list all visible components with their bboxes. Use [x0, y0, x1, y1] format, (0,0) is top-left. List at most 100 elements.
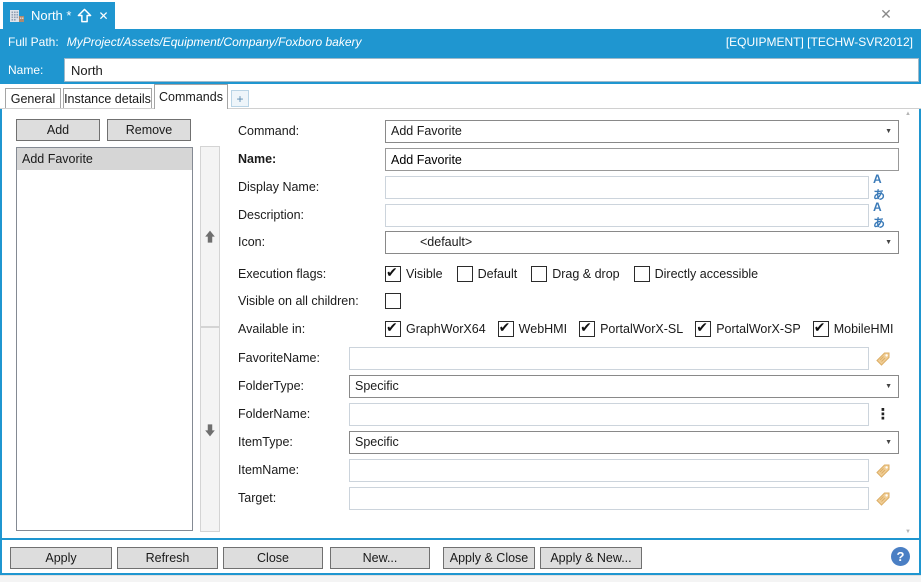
folder-name-input[interactable] — [350, 404, 868, 425]
command-combo[interactable]: Add Favorite ▼ — [385, 120, 899, 143]
check-icon: ✔ — [696, 319, 708, 335]
tag-icon[interactable] — [873, 349, 893, 369]
item-name-input[interactable] — [350, 460, 868, 481]
tab-close-icon[interactable]: ✕ — [98, 9, 108, 23]
check-icon: ✔ — [813, 319, 826, 335]
folder-type-combo[interactable]: Specific ▼ — [349, 375, 899, 398]
browse-ellipsis-button[interactable]: ⋮ — [873, 404, 893, 424]
tab-commands[interactable]: Commands — [154, 84, 228, 109]
list-item-add-favorite[interactable]: Add Favorite — [17, 148, 192, 170]
apply-close-button[interactable]: Apply & Close — [443, 547, 535, 569]
icon-label: Icon: — [238, 235, 266, 249]
checkbox-drag-drop[interactable]: ✔ — [531, 266, 548, 282]
help-button[interactable]: ? — [891, 547, 910, 566]
full-path-bar: Full Path: MyProject/Assets/Equipment/Co… — [0, 29, 921, 55]
apply-button[interactable]: Apply — [10, 547, 112, 569]
item-name-field-wrap — [349, 459, 869, 482]
command-label: Command: — [238, 124, 300, 138]
favorite-name-input[interactable] — [350, 348, 868, 369]
display-name-input[interactable] — [386, 177, 868, 198]
available-in-row: ✔ GraphWorX64 ✔ WebHMI ✔ PortalWorX-SL ✔… — [385, 319, 894, 337]
folder-name-label: FolderName: — [238, 407, 311, 421]
chevron-down-icon: ▼ — [885, 239, 892, 246]
command-list[interactable]: Add Favorite — [16, 147, 193, 531]
commands-content: Add Remove Add Favorite Command: Name: D… — [2, 109, 919, 538]
chevron-down-icon: ▼ — [885, 128, 892, 135]
checkbox-portalworx-sp[interactable]: ✔ — [695, 319, 712, 337]
tag-icon[interactable] — [873, 489, 893, 509]
arrow-up-icon — [202, 228, 218, 246]
document-tab-north[interactable]: North * ✕ — [3, 2, 115, 29]
arrow-down-icon — [202, 421, 218, 439]
favorite-name-label: FavoriteName: — [238, 351, 320, 365]
description-field-wrap — [385, 204, 869, 227]
visible-on-all-children-label: Visible on all children: — [238, 294, 359, 308]
target-label: Target: — [238, 491, 277, 505]
full-path-label: Full Path: — [8, 35, 59, 49]
check-icon: ✔ — [386, 264, 398, 280]
move-column — [200, 146, 220, 532]
item-type-value: Specific — [355, 435, 399, 449]
apply-new-button[interactable]: Apply & New... — [540, 547, 642, 569]
description-input[interactable] — [386, 205, 868, 226]
item-type-label: ItemType: — [238, 435, 293, 449]
equipment-icon — [9, 8, 25, 24]
tab-instance-details[interactable]: Instance details — [63, 88, 152, 108]
add-button[interactable]: Add — [16, 119, 100, 141]
refresh-button[interactable]: Refresh — [117, 547, 218, 569]
icon-combo[interactable]: <default> ▼ — [385, 231, 899, 254]
context-info: [EQUIPMENT] [TECHW-SVR2012] — [725, 35, 913, 49]
name-input[interactable] — [64, 58, 919, 82]
checkbox-directly-accessible[interactable]: ✔ — [633, 266, 650, 282]
document-tab-title: North * — [31, 8, 72, 23]
execution-flags-row: ✔ Visible ✔ Default ✔ Drag & drop ✔ Dire… — [385, 264, 759, 282]
checkbox-default[interactable]: ✔ — [456, 266, 473, 282]
close-button[interactable]: Close — [223, 547, 323, 569]
checkbox-visible[interactable]: ✔ — [385, 264, 401, 282]
localize-icon[interactable]: Aあ — [873, 200, 893, 230]
checkbox-graphworx64[interactable]: ✔ — [385, 319, 401, 337]
checkin-icon[interactable] — [77, 8, 92, 23]
check-icon: ✔ — [580, 319, 592, 335]
pane-close-icon[interactable]: ✕ — [877, 5, 895, 23]
document-tab-strip: North * ✕ ✕ — [0, 0, 921, 29]
checkbox-visible-on-all-children[interactable]: ✔ — [385, 293, 401, 309]
remove-button[interactable]: Remove — [107, 119, 191, 141]
scroll-up-icon[interactable]: ▲ — [905, 111, 911, 117]
checkbox-webhmi[interactable]: ✔ — [497, 319, 514, 337]
tag-icon[interactable] — [873, 461, 893, 481]
tab-bar: General Instance details Commands + — [0, 84, 921, 109]
folder-type-label: FolderType: — [238, 379, 305, 393]
check-icon: ✔ — [498, 319, 511, 335]
footer-bar: Apply Refresh Close New... Apply & Close… — [2, 540, 919, 573]
cmdname-field-wrap — [385, 148, 899, 171]
favorite-name-field-wrap — [349, 347, 869, 370]
visible-on-all-children-row: ✔ — [385, 293, 401, 309]
target-field-wrap — [349, 487, 869, 510]
icon-combo-value: <default> — [420, 235, 473, 249]
available-in-label: Available in: — [238, 322, 306, 336]
target-input[interactable] — [350, 488, 868, 509]
description-label: Description: — [238, 208, 304, 222]
new-button[interactable]: New... — [330, 547, 430, 569]
move-up-button[interactable] — [200, 146, 220, 327]
folder-type-value: Specific — [355, 379, 399, 393]
workbench-window: North * ✕ ✕ Full Path: MyProject/Assets/… — [0, 0, 921, 582]
full-path-value: MyProject/Assets/Equipment/Company/Foxbo… — [66, 35, 362, 49]
checkbox-portalworx-sl[interactable]: ✔ — [579, 319, 596, 337]
check-icon: ✔ — [386, 319, 398, 335]
move-down-button[interactable] — [200, 327, 220, 532]
cmdname-input[interactable] — [386, 149, 898, 170]
execution-flags-label: Execution flags: — [238, 267, 327, 281]
checkbox-mobilehmi[interactable]: ✔ — [812, 319, 829, 337]
scroll-down-icon[interactable]: ▼ — [905, 529, 911, 535]
localize-icon[interactable]: Aあ — [873, 172, 893, 202]
tab-general[interactable]: General — [5, 88, 61, 108]
commands-pane: Add Remove Add Favorite Command: Name: D… — [0, 109, 921, 575]
cmdname-label: Name: — [238, 152, 277, 166]
form-scrollbar[interactable]: ▲ ▼ — [905, 111, 913, 535]
display-name-label: Display Name: — [238, 180, 320, 194]
tab-add[interactable]: + — [231, 90, 249, 107]
window-bottom-strip — [0, 575, 921, 582]
item-type-combo[interactable]: Specific ▼ — [349, 431, 899, 454]
